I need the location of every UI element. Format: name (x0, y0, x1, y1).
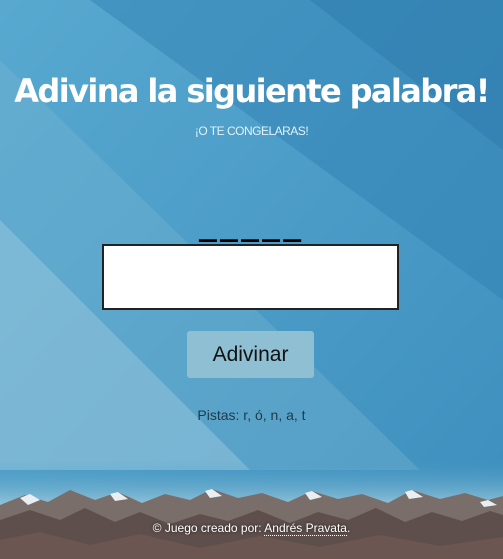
footer-prefix: © Juego creado por: (152, 521, 265, 535)
guess-input[interactable] (102, 244, 399, 310)
author-link[interactable]: Andrés Pravata (264, 521, 347, 536)
word-blanks: _____ (198, 208, 305, 243)
hints-text: Pistas: r, ó, n, a, t (197, 407, 306, 423)
footer-suffix: . (346, 521, 351, 535)
footer-credit: © Juego creado por: Andrés Pravata. (0, 521, 503, 536)
page-subtitle: ¡O TE CONGELARAS! (194, 124, 309, 138)
guess-button[interactable]: Adivinar (187, 331, 314, 378)
page-title: Adivina la siguiente palabra! (14, 72, 490, 110)
game-container: Adivina la siguiente palabra! ¡O TE CONG… (0, 0, 503, 559)
